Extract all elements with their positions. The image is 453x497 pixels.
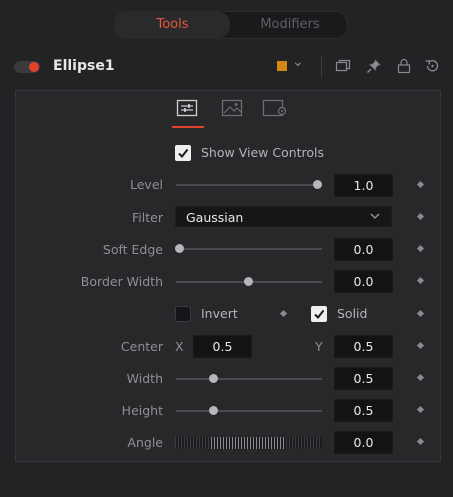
border-width-label: Border Width (80, 274, 163, 289)
color-swatch[interactable] (277, 61, 287, 71)
image-icon[interactable] (221, 99, 243, 117)
height-field[interactable]: 0.5 (334, 399, 393, 422)
controls-icon[interactable] (176, 99, 198, 117)
center-y-field[interactable]: 0.5 (334, 335, 393, 358)
center-x-label: X (175, 339, 184, 354)
header-divider (321, 56, 322, 78)
show-view-controls-checkbox[interactable] (175, 145, 191, 161)
check-icon (314, 309, 325, 320)
height-slider-handle[interactable] (209, 406, 218, 415)
height-slider[interactable] (176, 410, 322, 412)
soft-edge-label: Soft Edge (102, 242, 163, 257)
level-slider[interactable] (176, 184, 322, 186)
check-icon (178, 148, 189, 159)
solid-checkbox[interactable] (311, 306, 327, 322)
chevron-down-icon (370, 213, 380, 219)
level-field[interactable]: 1.0 (334, 174, 393, 197)
soft-edge-slider[interactable] (176, 248, 322, 250)
pin-icon[interactable] (366, 58, 382, 74)
width-field[interactable]: 0.5 (334, 367, 393, 390)
invert-label: Invert (201, 306, 238, 321)
toggle-dot (29, 62, 39, 72)
reset-icon[interactable] (424, 58, 440, 74)
angle-field[interactable]: 0.0 (334, 431, 393, 454)
center-x-field[interactable]: 0.5 (193, 335, 252, 358)
border-width-field[interactable]: 0.0 (334, 270, 393, 293)
tab-tools[interactable]: Tools (115, 12, 230, 38)
height-label: Height (121, 403, 163, 418)
node-enable-toggle[interactable] (14, 61, 40, 73)
solid-label: Solid (337, 306, 368, 321)
center-y-label: Y (315, 339, 323, 354)
soft-edge-slider-handle[interactable] (175, 244, 184, 253)
filter-select[interactable]: Gaussian (175, 206, 392, 227)
chevron-down-icon[interactable]: ⌄ (292, 54, 304, 70)
angle-thumbwheel[interactable] (175, 437, 322, 449)
node-name: Ellipse1 (53, 58, 115, 74)
center-label: Center (120, 339, 163, 354)
angle-thumbwheel-highlight (211, 437, 285, 449)
invert-checkbox[interactable] (175, 306, 191, 322)
tab-modifiers[interactable]: Modifiers (233, 12, 347, 38)
panel-footer (0, 468, 453, 497)
lock-icon[interactable] (396, 58, 412, 74)
width-slider-handle[interactable] (209, 374, 218, 383)
border-width-slider-handle[interactable] (244, 277, 253, 286)
filter-label: Filter (132, 210, 163, 225)
angle-label: Angle (127, 435, 163, 450)
versions-icon[interactable] (335, 58, 351, 74)
filter-selected-value: Gaussian (186, 210, 244, 225)
level-label: Level (130, 177, 163, 192)
level-slider-handle[interactable] (313, 180, 322, 189)
soft-edge-field[interactable]: 0.0 (334, 238, 393, 261)
width-slider[interactable] (176, 378, 322, 380)
settings-icon[interactable] (262, 99, 288, 117)
tool-tab-bar: Tools Modifiers (114, 11, 348, 39)
show-view-controls-label: Show View Controls (201, 145, 325, 160)
width-label: Width (126, 371, 163, 386)
active-tab-indicator (172, 126, 204, 128)
